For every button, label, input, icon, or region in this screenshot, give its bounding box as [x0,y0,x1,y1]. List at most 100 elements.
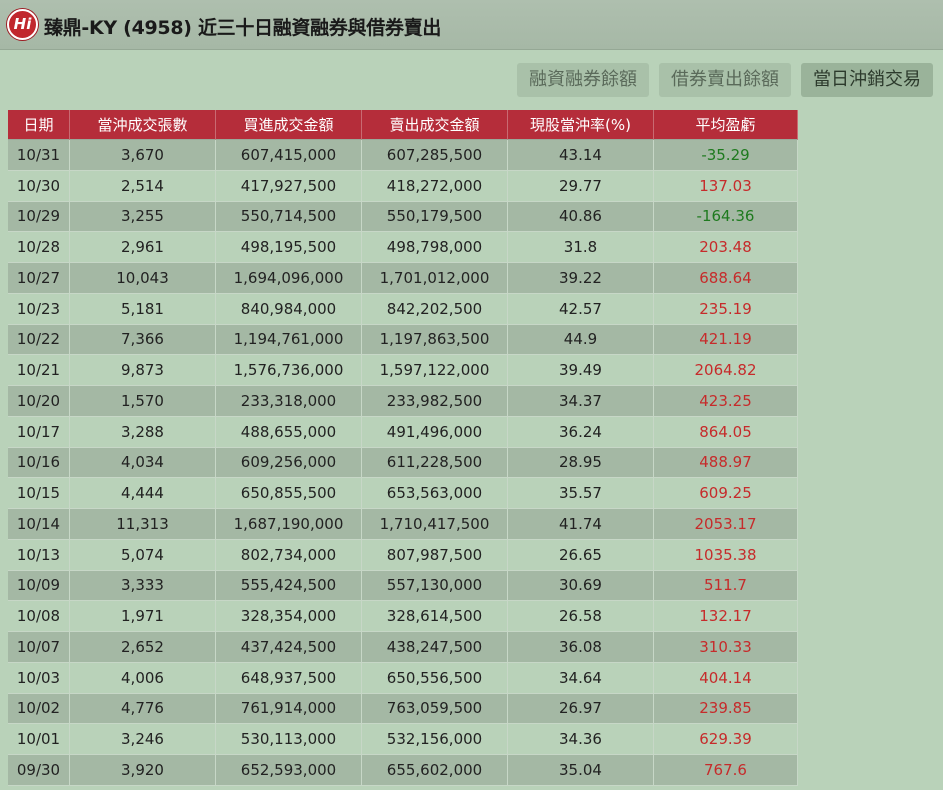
cell-day-trade-rate: 36.08 [508,632,654,663]
cell-lots: 11,313 [70,509,216,540]
cell-buy-amount: 1,194,761,000 [216,324,362,356]
cell-buy-amount: 802,734,000 [216,539,362,571]
cell-lots: 4,006 [70,662,216,694]
cell-buy-amount: 437,424,500 [216,632,362,663]
cell-buy-amount: 1,694,096,000 [216,263,362,294]
cell-day-trade-rate: 34.36 [508,724,654,755]
col-header-buy-amount[interactable]: 買進成交金額 [216,110,362,140]
cell-sell-amount: 418,272,000 [362,170,508,202]
col-header-day-trade-rate[interactable]: 現股當沖率(%) [508,110,654,140]
cell-date: 10/31 [8,140,70,171]
cell-day-trade-rate: 26.58 [508,601,654,632]
cell-lots: 4,444 [70,478,216,509]
table-row: 09/30 3,920 652,593,000 655,602,000 35.04 767… [8,755,798,786]
cell-lots: 1,971 [70,601,216,632]
table-row: 10/08 1,971 328,354,000 328,614,500 26.58 132… [8,601,798,632]
cell-buy-amount: 417,927,500 [216,170,362,202]
cell-buy-amount: 648,937,500 [216,662,362,694]
cell-lots: 3,246 [70,724,216,755]
cell-date: 10/22 [8,324,70,356]
cell-buy-amount: 530,113,000 [216,724,362,755]
cell-avg-pnl: 132.17 [654,601,798,632]
cell-sell-amount: 650,556,500 [362,662,508,694]
cell-day-trade-rate: 35.57 [508,478,654,509]
cell-buy-amount: 607,415,000 [216,140,362,171]
cell-sell-amount: 763,059,500 [362,693,508,725]
cell-lots: 3,670 [70,140,216,171]
table-row: 10/13 5,074 802,734,000 807,987,500 26.65 103… [8,539,798,571]
cell-lots: 2,514 [70,170,216,202]
cell-buy-amount: 498,195,500 [216,232,362,263]
cell-sell-amount: 550,179,500 [362,201,508,233]
cell-buy-amount: 652,593,000 [216,755,362,786]
tab-day-trading[interactable]: 當日沖銷交易 [801,63,933,97]
cell-lots: 9,873 [70,355,216,386]
table-row: 10/15 4,444 650,855,500 653,563,000 35.57 609… [8,478,798,509]
col-header-lots[interactable]: 當沖成交張數 [70,110,216,140]
tab-sbl-balance[interactable]: 借券賣出餘額 [659,63,791,97]
cell-avg-pnl: 2064.82 [654,355,798,386]
table-row: 10/14 11,313 1,687,190,000 1,710,417,500 41.… [8,509,798,540]
col-header-avg-pnl[interactable]: 平均盈虧 [654,110,798,140]
cell-day-trade-rate: 28.95 [508,447,654,479]
cell-avg-pnl: 239.85 [654,693,798,725]
cell-sell-amount: 1,597,122,000 [362,355,508,386]
cell-sell-amount: 655,602,000 [362,755,508,786]
cell-lots: 5,074 [70,539,216,571]
cell-avg-pnl: 203.48 [654,232,798,263]
cell-avg-pnl: 421.19 [654,324,798,356]
cell-buy-amount: 650,855,500 [216,478,362,509]
cell-date: 10/13 [8,539,70,571]
col-header-date[interactable]: 日期 [8,110,70,140]
cell-date: 10/20 [8,386,70,417]
table-row: 10/28 2,961 498,195,500 498,798,000 31.8 203.… [8,232,798,263]
cell-day-trade-rate: 26.65 [508,539,654,571]
cell-buy-amount: 761,914,000 [216,693,362,725]
cell-avg-pnl: -164.36 [654,201,798,233]
cell-sell-amount: 842,202,500 [362,293,508,325]
cell-avg-pnl: 137.03 [654,170,798,202]
table-row: 10/29 3,255 550,714,500 550,179,500 40.86 -16… [8,201,798,233]
cell-lots: 2,961 [70,232,216,263]
cell-sell-amount: 1,197,863,500 [362,324,508,356]
cell-date: 10/07 [8,632,70,663]
cell-lots: 4,034 [70,447,216,479]
table-row: 10/22 7,366 1,194,761,000 1,197,863,500 44.9… [8,324,798,356]
cell-buy-amount: 328,354,000 [216,601,362,632]
table-row: 10/02 4,776 761,914,000 763,059,500 26.97 239… [8,693,798,725]
cell-date: 10/14 [8,509,70,540]
table-row: 10/31 3,670 607,415,000 607,285,500 43.14 -35… [8,140,798,171]
cell-date: 10/30 [8,170,70,202]
hi-logo-icon: Hi [7,9,38,40]
table-row: 10/23 5,181 840,984,000 842,202,500 42.57 235… [8,293,798,325]
cell-day-trade-rate: 35.04 [508,755,654,786]
cell-date: 10/21 [8,355,70,386]
cell-buy-amount: 840,984,000 [216,293,362,325]
page-title: 臻鼎-KY (4958) 近三十日融資融券與借券賣出 [44,17,442,39]
table-row: 10/21 9,873 1,576,736,000 1,597,122,000 39.4… [8,355,798,386]
cell-lots: 7,366 [70,324,216,356]
cell-day-trade-rate: 29.77 [508,170,654,202]
cell-lots: 4,776 [70,693,216,725]
cell-sell-amount: 1,710,417,500 [362,509,508,540]
cell-sell-amount: 233,982,500 [362,386,508,417]
table-row: 10/30 2,514 417,927,500 418,272,000 29.77 137… [8,170,798,202]
page-header: Hi 臻鼎-KY (4958) 近三十日融資融券與借券賣出 [0,0,943,50]
cell-day-trade-rate: 44.9 [508,324,654,356]
cell-lots: 5,181 [70,293,216,325]
col-header-sell-amount[interactable]: 賣出成交金額 [362,110,508,140]
cell-date: 10/16 [8,447,70,479]
cell-date: 10/15 [8,478,70,509]
table-row: 10/01 3,246 530,113,000 532,156,000 34.36 629… [8,724,798,755]
cell-avg-pnl: 404.14 [654,662,798,694]
cell-avg-pnl: 609.25 [654,478,798,509]
cell-sell-amount: 532,156,000 [362,724,508,755]
cell-day-trade-rate: 34.37 [508,386,654,417]
cell-avg-pnl: 688.64 [654,263,798,294]
cell-day-trade-rate: 39.22 [508,263,654,294]
cell-day-trade-rate: 30.69 [508,570,654,602]
tab-margin-balance[interactable]: 融資融券餘額 [517,63,649,97]
table-row: 10/03 4,006 648,937,500 650,556,500 34.64 404… [8,662,798,694]
cell-sell-amount: 491,496,000 [362,416,508,448]
cell-avg-pnl: 488.97 [654,447,798,479]
